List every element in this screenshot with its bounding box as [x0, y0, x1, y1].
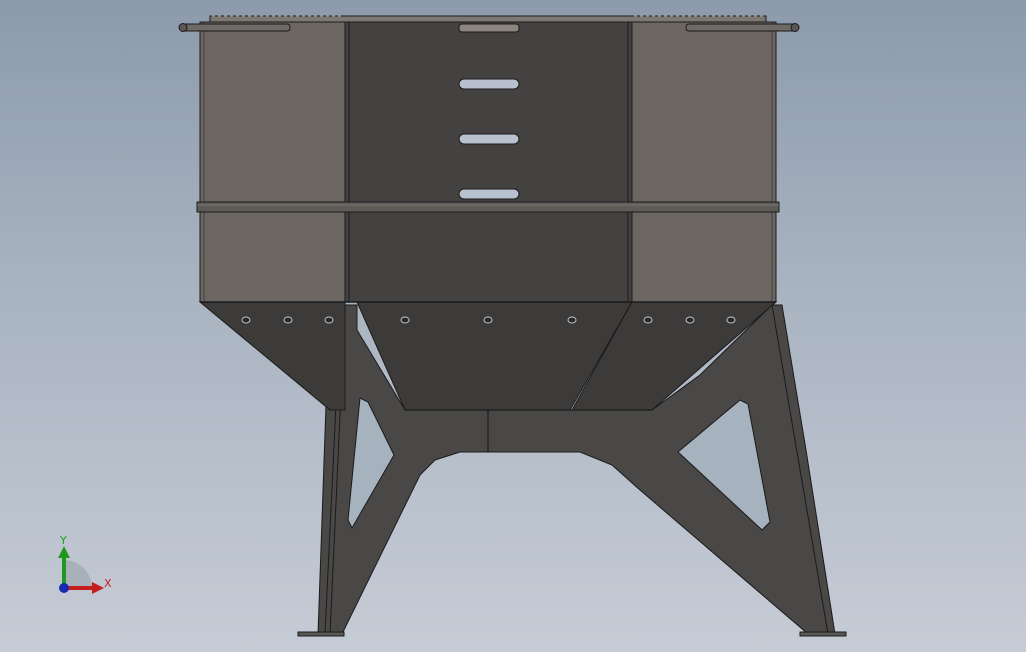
y-axis-label: Y	[59, 534, 67, 547]
vent-hole	[283, 316, 293, 324]
left-side-panel-lower	[199, 211, 346, 303]
air-slot	[458, 78, 520, 90]
x-axis-arrow-icon	[92, 582, 104, 594]
grill-model-view[interactable]: Y X	[0, 0, 1026, 652]
orientation-triad: Y X	[58, 534, 112, 594]
cad-viewport[interactable]: Y X	[0, 0, 1026, 652]
middle-band	[196, 201, 780, 213]
vent-hole	[685, 316, 695, 324]
left-side-panel-upper	[199, 21, 346, 205]
air-slot	[458, 188, 520, 200]
y-axis-arrow-icon	[58, 546, 70, 558]
vent-hole	[324, 316, 334, 324]
front-panel-upper	[344, 19, 633, 205]
hopper-left-wing	[198, 301, 346, 411]
right-side-panel-upper	[631, 21, 777, 205]
vent-hole	[643, 316, 653, 324]
vent-hole	[400, 316, 410, 324]
top-notch	[458, 23, 520, 33]
vent-hole	[241, 316, 251, 324]
firebox[interactable]	[196, 19, 780, 303]
vent-hole	[483, 316, 493, 324]
top-rail-bar	[209, 15, 767, 23]
x-axis-label: X	[104, 577, 112, 590]
air-slot	[458, 133, 520, 145]
left-handle-rod[interactable]	[179, 23, 291, 32]
right-side-panel-lower	[631, 211, 777, 303]
right-handle-cap	[790, 23, 800, 32]
front-panel-lower	[344, 211, 633, 303]
z-axis-dot-icon	[59, 583, 69, 593]
vent-hole	[726, 316, 736, 324]
right-handle-rod[interactable]	[685, 23, 799, 32]
right-foot	[799, 631, 847, 637]
left-foot	[297, 631, 345, 637]
left-handle-cap	[178, 23, 188, 32]
triad-rotation-arc	[64, 560, 92, 588]
vent-hole	[567, 316, 577, 324]
